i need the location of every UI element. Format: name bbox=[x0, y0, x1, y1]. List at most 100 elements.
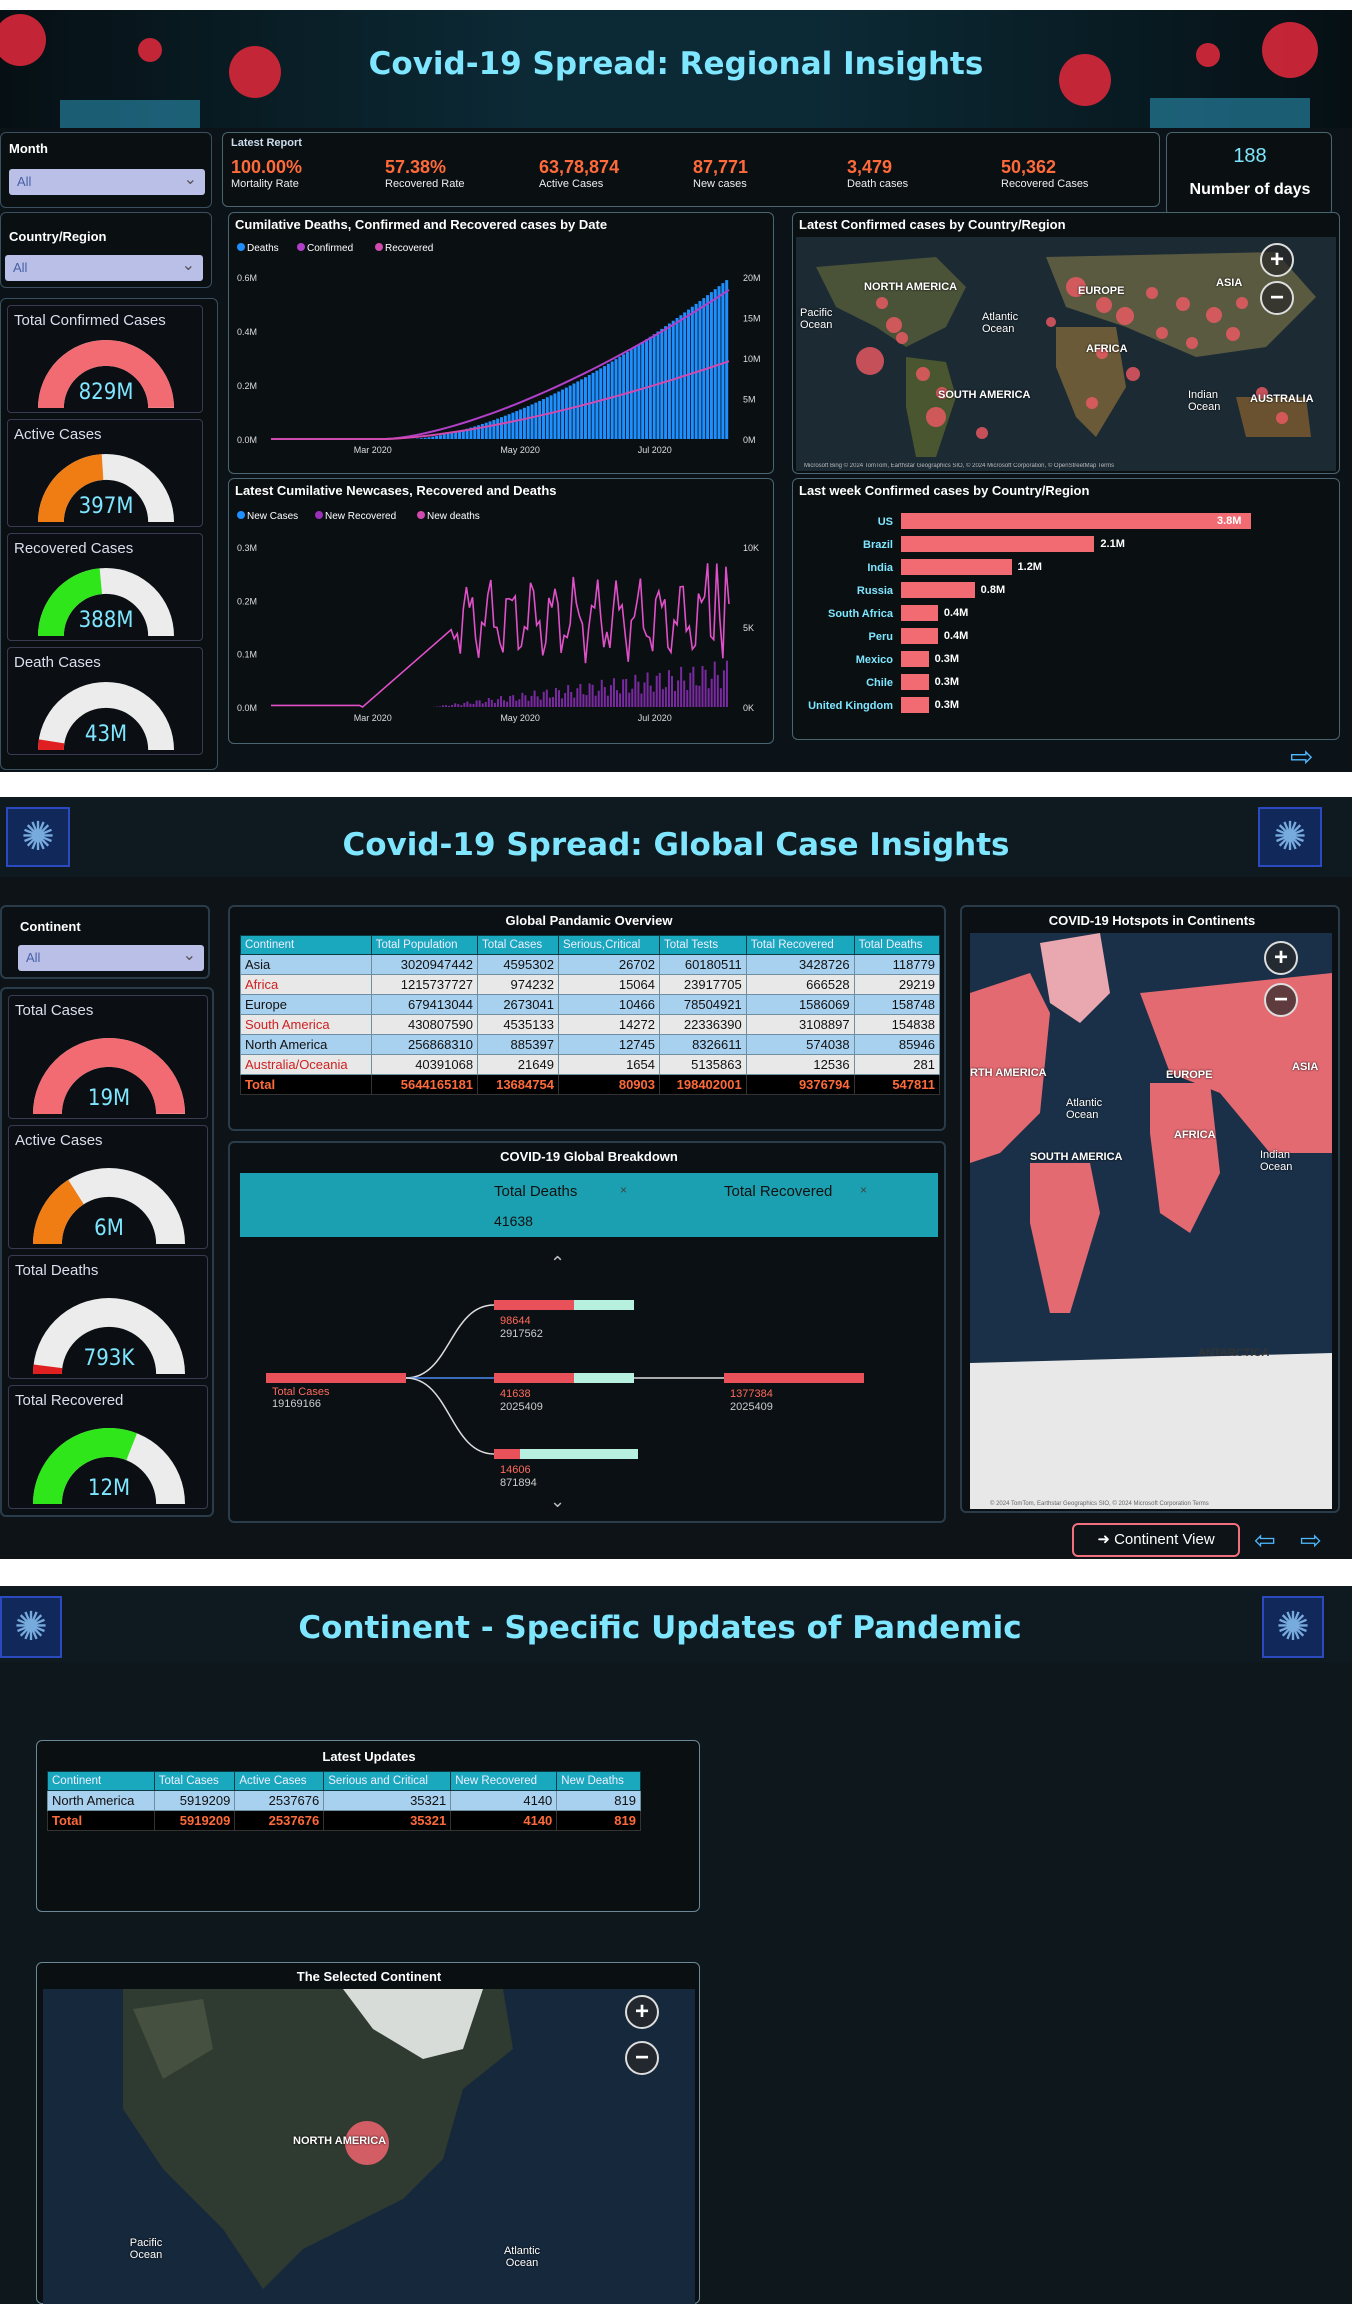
case-bubble[interactable] bbox=[926, 407, 946, 427]
table-row[interactable]: North America 256868310 885397 12745 8326611… bbox=[240, 1034, 941, 1055]
column-header[interactable]: Total Tests bbox=[659, 935, 747, 955]
kpi-label: Death cases bbox=[847, 178, 909, 190]
back-arrow-icon[interactable]: ⇦ bbox=[1254, 1525, 1276, 1556]
recovered-bar bbox=[588, 683, 591, 707]
case-bubble[interactable] bbox=[1186, 337, 1198, 349]
forward-arrow-icon[interactable]: ⇨ bbox=[1300, 1525, 1322, 1556]
case-bubble[interactable] bbox=[1226, 327, 1240, 341]
table-row[interactable]: South America 430807590 4535133 14272 223363… bbox=[240, 1014, 941, 1035]
case-bubble[interactable] bbox=[1096, 297, 1112, 313]
table-row[interactable]: Europe 679413044 2673041 10466 78504921 15860… bbox=[240, 994, 941, 1015]
tree-node-value-a: 98644 bbox=[500, 1315, 531, 1327]
table-cell: 9376794 bbox=[745, 1074, 855, 1095]
legend-label[interactable]: Confirmed bbox=[307, 243, 353, 254]
legend-label[interactable]: Deaths bbox=[247, 243, 279, 254]
case-bubble[interactable] bbox=[886, 317, 902, 333]
continent-dropdown[interactable]: All bbox=[18, 945, 204, 971]
case-bubble[interactable] bbox=[1176, 297, 1190, 311]
tree-bar-secondary[interactable] bbox=[574, 1373, 634, 1383]
deaths-bar bbox=[725, 280, 729, 439]
table-cell: 23917705 bbox=[659, 974, 747, 995]
selected-continent-map[interactable]: NORTH AMERICA Pacific Ocean Atlantic Oce… bbox=[43, 1989, 695, 2304]
column-header[interactable]: Serious,Critical bbox=[557, 935, 661, 955]
expand-up-icon[interactable]: ⌃ bbox=[550, 1253, 565, 1274]
column-header[interactable]: Total Population bbox=[370, 935, 479, 955]
case-bubble[interactable] bbox=[916, 367, 930, 381]
case-bubble[interactable] bbox=[976, 427, 988, 439]
legend-label[interactable]: New Recovered bbox=[325, 511, 396, 522]
continent-view-button[interactable]: ➜ Continent View bbox=[1072, 1523, 1240, 1557]
column-header[interactable]: Serious and Critical bbox=[323, 1771, 452, 1791]
table-row[interactable]: Africa 1215737727 974232 15064 23917705 66652… bbox=[240, 974, 941, 995]
country-slicer[interactable]: Country/Region All bbox=[0, 212, 212, 288]
recovered-bar bbox=[463, 702, 466, 707]
column-header[interactable]: Total Recovered bbox=[745, 935, 855, 955]
recovered-bar bbox=[506, 701, 509, 707]
bar[interactable] bbox=[901, 536, 1095, 552]
bar[interactable] bbox=[901, 559, 1012, 575]
month-slicer[interactable]: Month All bbox=[0, 132, 212, 208]
bar[interactable] bbox=[901, 697, 929, 713]
country-dropdown[interactable]: All bbox=[5, 255, 203, 281]
zoom-out-button[interactable]: − bbox=[1264, 983, 1298, 1017]
table-row[interactable]: North America 5919209 2537676 35321 4140 819 bbox=[47, 1790, 641, 1811]
case-bubble[interactable] bbox=[896, 332, 908, 344]
tree-root-bar[interactable] bbox=[266, 1373, 406, 1383]
bar[interactable] bbox=[901, 674, 929, 690]
table-row[interactable]: Australia/Oceania 40391068 21649 1654 513586… bbox=[240, 1054, 941, 1075]
case-bubble[interactable] bbox=[1156, 327, 1168, 339]
tree-bar-primary[interactable] bbox=[494, 1300, 574, 1310]
tree-bar-primary[interactable] bbox=[494, 1449, 520, 1459]
legend-label[interactable]: New deaths bbox=[427, 511, 480, 522]
legend-label[interactable]: New Cases bbox=[247, 511, 298, 522]
zoom-in-button[interactable]: + bbox=[625, 1995, 659, 2029]
tree-bar-primary[interactable] bbox=[494, 1373, 574, 1383]
legend-label[interactable]: Recovered bbox=[385, 243, 433, 254]
month-dropdown[interactable]: All bbox=[9, 169, 205, 195]
hotspots-map[interactable]: RTH AMERICA EUROPE ASIA Atlantic Ocean A… bbox=[970, 933, 1332, 1509]
column-header[interactable]: Total Cases bbox=[153, 1771, 236, 1791]
zoom-out-button[interactable]: − bbox=[625, 2041, 659, 2075]
next-page-arrow-icon[interactable]: ⇨ bbox=[1290, 740, 1313, 772]
column-header[interactable]: Continent bbox=[240, 935, 372, 955]
zoom-out-button[interactable]: − bbox=[1260, 281, 1294, 315]
tree-bar-primary[interactable] bbox=[724, 1373, 864, 1383]
column-header[interactable]: Active Cases bbox=[234, 1771, 325, 1791]
bar[interactable] bbox=[901, 651, 929, 667]
deaths-bar bbox=[526, 406, 530, 439]
tree-bar-secondary[interactable] bbox=[574, 1300, 634, 1310]
case-bubble[interactable] bbox=[1236, 297, 1248, 309]
expand-down-icon[interactable]: ⌄ bbox=[550, 1491, 565, 1512]
case-bubble[interactable] bbox=[1116, 307, 1134, 325]
recovered-bar bbox=[683, 680, 686, 707]
bar-value-label: 0.8M bbox=[980, 584, 1006, 596]
zoom-in-button[interactable]: + bbox=[1264, 941, 1298, 975]
tree-bar-secondary[interactable] bbox=[520, 1449, 638, 1459]
latest-updates-table: Continent Total Cases Active Cases Serious … bbox=[47, 1771, 641, 1831]
bar[interactable] bbox=[901, 628, 938, 644]
case-bubble[interactable] bbox=[1276, 412, 1288, 424]
case-bubble[interactable] bbox=[856, 347, 884, 375]
table-row[interactable]: Asia 3020947442 4595302 26702 60180511 342872… bbox=[240, 954, 941, 975]
case-bubble[interactable] bbox=[1206, 307, 1222, 323]
case-bubble[interactable] bbox=[876, 297, 888, 309]
latest-updates-card: Latest Updates Continent Total Cases Activ… bbox=[36, 1740, 700, 1912]
case-bubble[interactable] bbox=[1086, 397, 1098, 409]
recovered-bar bbox=[594, 695, 597, 707]
bar[interactable] bbox=[901, 513, 1251, 529]
world-map[interactable]: NORTH AMERICA EUROPE ASIA Pacific Ocean … bbox=[796, 237, 1336, 471]
column-header[interactable]: New Deaths bbox=[556, 1771, 641, 1791]
case-bubble[interactable] bbox=[1046, 317, 1056, 327]
legend-marker bbox=[297, 243, 305, 251]
bar[interactable] bbox=[901, 605, 938, 621]
recovered-bar bbox=[674, 691, 677, 707]
case-bubble[interactable] bbox=[1126, 367, 1140, 381]
zoom-in-button[interactable]: + bbox=[1260, 243, 1294, 277]
continent-slicer[interactable]: Continent All bbox=[0, 905, 210, 979]
column-header[interactable]: Total Deaths bbox=[853, 935, 941, 955]
case-bubble[interactable] bbox=[1146, 287, 1158, 299]
column-header[interactable]: Continent bbox=[47, 1771, 155, 1791]
bar[interactable] bbox=[901, 582, 975, 598]
column-header[interactable]: Total Cases bbox=[477, 935, 559, 955]
column-header[interactable]: New Recovered bbox=[450, 1771, 558, 1791]
